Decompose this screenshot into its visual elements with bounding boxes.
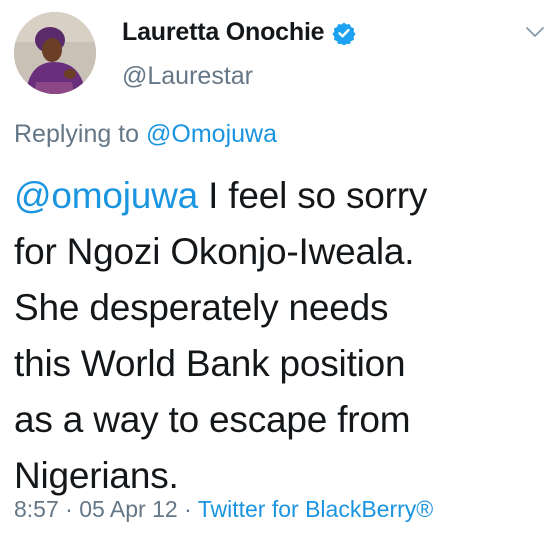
tweet-text: @omojuwa I feel so sorry for Ngozi Okonj… — [14, 168, 544, 504]
tweet-line-text: I feel so sorry — [198, 175, 428, 216]
tweet-line-1: @omojuwa I feel so sorry — [14, 168, 544, 224]
tweet-line-5: as a way to escape from — [14, 399, 411, 440]
tweet-line-4: this World Bank position — [14, 343, 406, 384]
user-handle[interactable]: @Laurestar — [122, 62, 253, 91]
tweet-time[interactable]: 8:57 — [14, 496, 59, 522]
verified-badge-icon — [332, 21, 357, 45]
tweet-card: Lauretta Onochie @Laurestar Replying to … — [0, 0, 551, 534]
tweet-date[interactable]: 05 Apr 12 — [79, 496, 177, 522]
name-row: Lauretta Onochie — [122, 18, 357, 47]
tweet-meta: 8:57 · 05 Apr 12 · Twitter for BlackBerr… — [14, 496, 433, 523]
display-name[interactable]: Lauretta Onochie — [122, 18, 325, 47]
chevron-down-icon[interactable] — [524, 24, 546, 40]
tweet-line-2: for Ngozi Okonjo-Iweala. — [14, 231, 415, 272]
tweet-source-link[interactable]: Twitter for BlackBerry® — [198, 496, 434, 522]
meta-separator: · — [58, 496, 80, 522]
replying-to-label: Replying to — [14, 120, 147, 148]
replying-to: Replying to @Omojuwa — [14, 120, 277, 149]
reply-mention-link[interactable]: @Omojuwa — [146, 120, 277, 148]
tweet-mention-link[interactable]: @omojuwa — [14, 175, 198, 216]
tweet-line-3: She desperately needs — [14, 287, 389, 328]
meta-separator: · — [177, 496, 198, 522]
avatar[interactable] — [14, 12, 96, 94]
profile-photo-icon — [14, 12, 96, 94]
